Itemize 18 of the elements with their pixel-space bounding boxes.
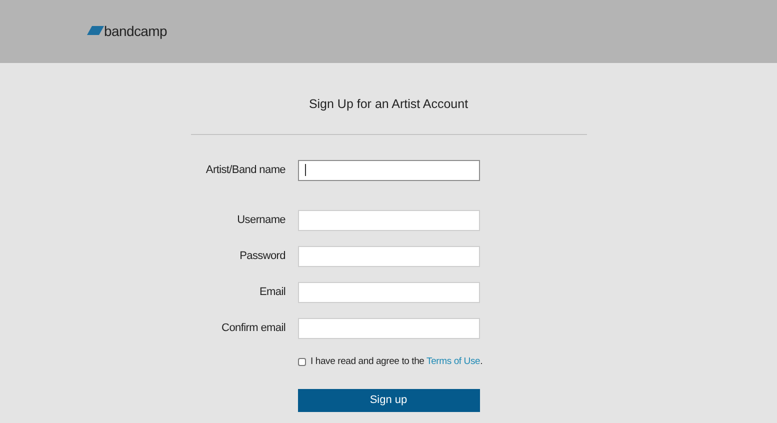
- logo-mark-icon: [87, 26, 104, 35]
- field-label: Username: [236, 213, 286, 228]
- field-label: Artist/Band name: [204, 163, 286, 178]
- terms-sentence: I have read and agree to the Terms of Use.: [310, 354, 483, 369]
- input-field[interactable]: [298, 318, 480, 339]
- logo[interactable]: bandcamp: [87, 24, 167, 38]
- input-field[interactable]: [298, 160, 480, 181]
- text-cursor: [304, 164, 306, 176]
- input-field[interactable]: [298, 210, 480, 231]
- field-label: Email: [258, 285, 286, 300]
- input-field[interactable]: [298, 282, 480, 303]
- field-label: Confirm email: [220, 321, 286, 336]
- sign-up-button[interactable]: Sign up: [298, 389, 480, 412]
- terms-checkbox[interactable]: [298, 358, 306, 366]
- input-field[interactable]: [298, 246, 480, 267]
- field-label: Password: [238, 249, 286, 264]
- page-title: Sign Up for an Artist Account: [308, 96, 468, 113]
- logo-text: bandcamp: [104, 24, 167, 38]
